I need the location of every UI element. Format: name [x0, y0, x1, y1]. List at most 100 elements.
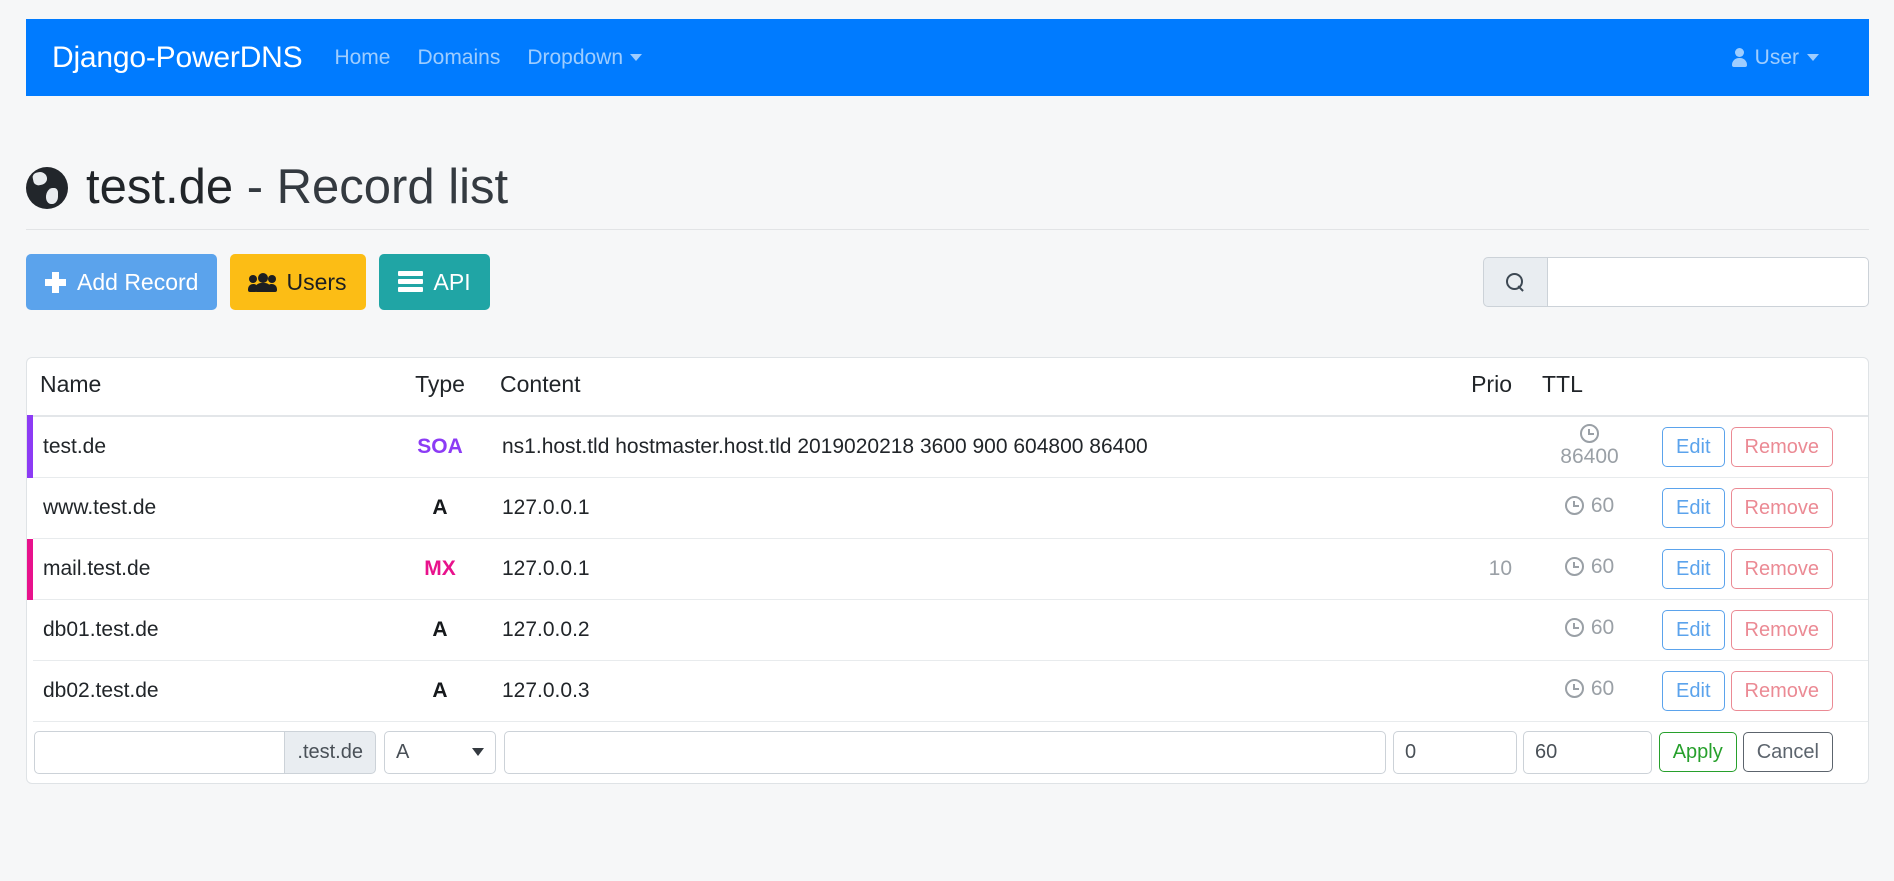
cell-new-name: .test.de	[30, 721, 380, 783]
page-title-domain: test.de	[86, 159, 234, 214]
edit-button[interactable]: Edit	[1662, 670, 1725, 711]
toolbar: Add Record Users API	[26, 254, 1869, 310]
column-header-type: Type	[380, 358, 500, 417]
apply-button[interactable]: Apply	[1658, 732, 1737, 773]
cell-type: MX	[380, 538, 500, 600]
cell-name: db02.test.de	[30, 660, 380, 722]
cell-new-ttl	[1520, 721, 1655, 783]
clock-icon	[1564, 679, 1584, 699]
table-row: db02.test.de A 127.0.0.3 60 Edit Remove	[30, 660, 1868, 722]
edit-button[interactable]: Edit	[1662, 426, 1725, 467]
remove-button[interactable]: Remove	[1730, 609, 1833, 650]
navbar-user-menu[interactable]: User	[1731, 45, 1843, 70]
ttl-value: 60	[1590, 493, 1615, 517]
navbar-user-label: User	[1754, 45, 1799, 69]
cell-type: A	[380, 660, 500, 722]
new-record-content-input[interactable]	[504, 730, 1386, 774]
add-record-button[interactable]: Add Record	[26, 254, 218, 310]
records-table-body: test.de SOA ns1.host.tld hostmaster.host…	[27, 416, 1868, 783]
cell-ttl: 60	[1520, 599, 1655, 661]
cell-prio	[1390, 660, 1520, 722]
users-label: Users	[286, 268, 347, 295]
records-table-head: Name Type Content Prio TTL	[30, 358, 1868, 417]
cell-new-prio	[1390, 721, 1520, 783]
edit-button[interactable]: Edit	[1662, 548, 1725, 589]
chevron-down-icon	[472, 748, 484, 757]
cell-ttl: 86400	[1520, 416, 1655, 478]
cell-content: 127.0.0.1	[500, 477, 1390, 539]
ttl-value: 60	[1590, 676, 1615, 700]
cell-name: db01.test.de	[30, 599, 380, 661]
cell-content: 127.0.0.1	[500, 538, 1390, 600]
cell-ttl: 60	[1520, 660, 1655, 722]
search-input[interactable]	[1547, 257, 1869, 307]
new-record-name-suffix: .test.de	[285, 730, 376, 774]
heading-divider	[26, 229, 1869, 230]
new-record-type-select[interactable]: A	[384, 730, 496, 774]
api-button[interactable]: API	[378, 254, 490, 310]
table-row: test.de SOA ns1.host.tld hostmaster.host…	[27, 416, 1868, 478]
cell-content: 127.0.0.3	[500, 660, 1390, 722]
new-record-name-input[interactable]	[34, 730, 286, 774]
ttl-value: 86400	[1560, 445, 1619, 469]
column-header-actions	[1655, 358, 1868, 417]
cell-type: A	[380, 599, 500, 661]
search-icon-button[interactable]	[1483, 257, 1547, 307]
navbar-links: Home Domains Dropdown	[334, 45, 643, 70]
nav-link-home[interactable]: Home	[334, 46, 390, 70]
edit-button[interactable]: Edit	[1662, 487, 1725, 528]
cancel-button[interactable]: Cancel	[1742, 732, 1833, 773]
navbar: Django-PowerDNS Home Domains Dropdown Us…	[26, 19, 1869, 96]
table-header-row: Name Type Content Prio TTL	[30, 358, 1868, 417]
column-header-name: Name	[30, 358, 380, 417]
server-icon	[397, 271, 423, 293]
remove-button[interactable]: Remove	[1730, 426, 1833, 467]
ttl-value: 60	[1590, 554, 1615, 578]
search-group	[1483, 257, 1869, 307]
records-table-container: Name Type Content Prio TTL test.de SOA n…	[26, 357, 1869, 784]
table-row: www.test.de A 127.0.0.1 60 Edit Remove	[30, 477, 1868, 539]
cell-new-type: A	[380, 721, 500, 783]
navbar-brand[interactable]: Django-PowerDNS	[52, 41, 303, 75]
chevron-down-icon	[630, 54, 643, 61]
cell-prio	[1390, 416, 1520, 478]
search-icon	[1506, 272, 1525, 292]
new-record-row: .test.de A Apply Cancel	[30, 721, 1868, 783]
cell-name: test.de	[27, 416, 380, 478]
clock-icon	[1564, 618, 1584, 638]
column-header-content: Content	[500, 358, 1390, 417]
nav-link-domains[interactable]: Domains	[417, 46, 500, 70]
column-header-ttl: TTL	[1520, 358, 1655, 417]
remove-button[interactable]: Remove	[1730, 670, 1833, 711]
table-row: mail.test.de MX 127.0.0.1 10 60 Edit Rem…	[27, 538, 1868, 600]
cell-name: mail.test.de	[27, 538, 380, 600]
users-button[interactable]: Users	[230, 254, 366, 310]
page-title-suffix: - Record list	[233, 159, 509, 214]
new-record-prio-input[interactable]	[1393, 730, 1517, 774]
ttl-value: 60	[1590, 615, 1615, 639]
nav-link-dropdown-label: Dropdown	[527, 45, 624, 69]
cell-actions: Edit Remove	[1655, 477, 1868, 539]
globe-icon	[26, 166, 68, 209]
remove-button[interactable]: Remove	[1730, 548, 1833, 589]
cell-actions: Edit Remove	[1655, 416, 1868, 478]
add-record-label: Add Record	[77, 268, 199, 295]
cell-prio	[1390, 477, 1520, 539]
users-icon	[248, 272, 278, 292]
new-record-ttl-input[interactable]	[1523, 730, 1652, 774]
cell-prio: 10	[1390, 538, 1520, 600]
cell-name: www.test.de	[30, 477, 380, 539]
remove-button[interactable]: Remove	[1730, 487, 1833, 528]
cell-ttl: 60	[1520, 538, 1655, 600]
edit-button[interactable]: Edit	[1662, 609, 1725, 650]
cell-ttl: 60	[1520, 477, 1655, 539]
new-record-type-value: A	[396, 740, 410, 763]
chevron-down-icon	[1807, 54, 1819, 61]
nav-link-dropdown[interactable]: Dropdown	[527, 45, 643, 70]
page-title: test.de - Record list	[86, 159, 509, 215]
cell-new-actions: Apply Cancel	[1655, 721, 1868, 783]
cell-prio	[1390, 599, 1520, 661]
cell-type: SOA	[380, 416, 500, 478]
cell-type: A	[380, 477, 500, 539]
clock-icon	[1564, 557, 1584, 577]
